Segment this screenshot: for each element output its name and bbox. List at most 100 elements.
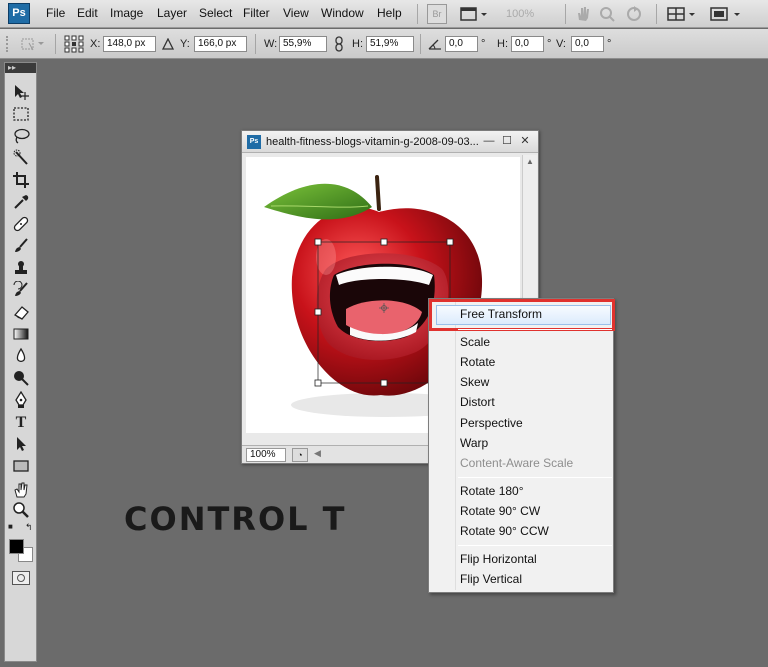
menu-layer[interactable]: Layer [157,6,187,20]
y-position-field[interactable]: 166,0 px [194,36,247,52]
options-separator [255,34,256,54]
w-label: W: [264,38,278,50]
menu-item-warp[interactable]: Warp [460,436,488,450]
minimize-icon[interactable]: — [482,134,496,148]
x-position-field[interactable]: 148,0 px [103,36,156,52]
menu-separator [458,329,612,330]
rotation-angle-field[interactable]: 0,0 [445,36,478,52]
close-icon[interactable]: ✕ [518,134,532,148]
height-field[interactable]: 51,9% [366,36,414,52]
menu-help[interactable]: Help [377,6,402,20]
menu-separator [656,4,657,24]
healing-brush-icon[interactable] [10,215,32,235]
lasso-icon[interactable] [10,127,32,147]
menu-item-flip-vertical[interactable]: Flip Vertical [460,572,522,586]
eyedropper-icon[interactable] [10,193,32,213]
rectangle-icon[interactable] [10,457,32,477]
degree-unit: ° [547,38,552,50]
menu-filter[interactable]: Filter [243,6,270,20]
hand-icon[interactable] [10,481,32,501]
swap-colors-icon[interactable]: ↰ [25,522,33,533]
horizontal-skew-field[interactable]: 0,0 [511,36,544,52]
blur-icon[interactable] [10,347,32,367]
options-bar: X: 148,0 px Y: 166,0 px W: 55,9% H: 51,9… [0,29,768,59]
document-title: health-fitness-blogs-vitamin-g-2008-09-0… [266,136,478,148]
scroll-up-icon[interactable]: ▲ [523,155,537,169]
degree-unit: ° [481,38,486,50]
zoom-level-readout[interactable]: 100% [506,4,534,24]
toolbox-grip[interactable]: ▸▸ [5,63,36,73]
menu-item-free-transform[interactable]: Free Transform [460,307,542,321]
clone-stamp-icon[interactable] [10,259,32,279]
type-icon[interactable]: T [10,413,32,433]
history-brush-icon[interactable] [10,280,32,301]
x-label: X: [90,38,101,50]
options-bar-grip[interactable] [6,36,14,52]
menu-select[interactable]: Select [199,6,232,20]
menu-window[interactable]: Window [321,6,364,20]
menu-bar: Ps File Edit Image Layer Select Filter V… [0,0,768,28]
menu-separator [458,545,612,546]
angle-icon[interactable] [428,38,442,53]
maximize-icon[interactable]: ☐ [500,134,514,148]
brush-icon[interactable] [10,237,32,257]
menu-item-rotate[interactable]: Rotate [460,355,495,369]
vertical-skew-field[interactable]: 0,0 [571,36,604,52]
menu-item-scale[interactable]: Scale [460,335,490,349]
screen-mode-icon[interactable] [708,4,744,24]
link-icon[interactable] [334,36,344,55]
delta-icon[interactable] [161,37,175,53]
vertical-skew-label: V: [556,38,566,50]
move-icon[interactable] [10,83,32,103]
quick-mask-button[interactable] [12,571,30,585]
gradient-icon[interactable] [10,325,32,345]
move-tool-icon[interactable] [20,36,46,55]
status-info-icon[interactable]: ◔ [292,448,308,462]
eraser-icon[interactable] [10,303,32,323]
horizontal-skew-label: H: [497,38,508,50]
quick-selection-icon[interactable] [10,149,32,169]
screen-layout-icon[interactable] [458,4,488,24]
document-title-bar[interactable]: Ps health-fitness-blogs-vitamin-g-2008-0… [242,131,538,153]
shortcut-caption: CONTROL T [124,500,347,538]
default-colors-icon[interactable]: ■ [8,522,13,531]
scroll-left-icon[interactable]: ◀ [314,448,321,459]
menu-item-rotate-180[interactable]: Rotate 180° [460,484,524,498]
degree-unit: ° [607,38,612,50]
foreground-color-swatch[interactable] [9,539,24,554]
menu-view[interactable]: View [283,6,309,20]
toolbox: ▸▸ T ■ ↰ [4,62,37,662]
quick-mask-icon [17,574,25,582]
photoshop-logo[interactable]: Ps [8,3,30,24]
menu-separator [458,477,612,478]
menu-image[interactable]: Image [110,6,143,20]
crop-icon[interactable] [10,171,32,191]
zoom-field[interactable]: 100% [246,448,286,462]
bridge-button[interactable]: Br [427,4,447,24]
menu-item-perspective[interactable]: Perspective [460,416,523,430]
menu-edit[interactable]: Edit [77,6,98,20]
menu-file[interactable]: File [46,6,65,20]
zoom-icon[interactable] [10,501,32,521]
reference-point-icon[interactable] [64,35,84,56]
menu-item-flip-horizontal[interactable]: Flip Horizontal [460,552,537,566]
menu-item-distort[interactable]: Distort [460,395,495,409]
hand-icon[interactable] [574,4,592,24]
transform-context-menu: Free Transform Scale Rotate Skew Distort… [428,298,615,593]
path-selection-icon[interactable] [10,435,32,455]
marquee-icon[interactable] [10,105,32,125]
menu-item-content-aware-scale: Content-Aware Scale [460,456,574,470]
menu-item-rotate-90-ccw[interactable]: Rotate 90° CCW [460,524,549,538]
menu-item-rotate-90-cw[interactable]: Rotate 90° CW [460,504,540,518]
width-field[interactable]: 55,9% [279,36,327,52]
menu-item-skew[interactable]: Skew [460,375,489,389]
y-label: Y: [180,38,190,50]
menu-gutter [455,301,456,590]
dodge-icon[interactable] [10,369,32,389]
menu-separator [417,4,418,24]
arrange-documents-icon[interactable] [666,4,698,24]
rotate-view-icon[interactable] [624,4,644,24]
options-separator [55,34,56,54]
zoom-icon[interactable] [598,4,616,24]
pen-icon[interactable] [10,390,32,411]
